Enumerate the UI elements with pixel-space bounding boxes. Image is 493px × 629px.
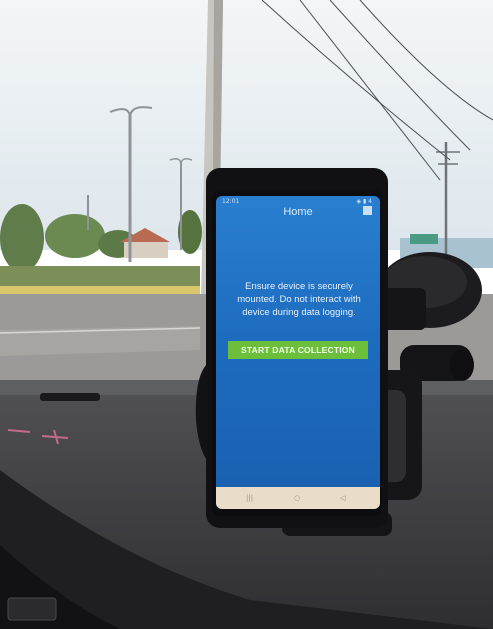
curb <box>0 286 200 294</box>
roadside-grass <box>0 266 200 288</box>
photo-scene: 12:01 ◈ ▮ 4 Home Ensure device is secure… <box>0 0 493 629</box>
status-icons: ◈ ▮ 4 <box>356 198 372 205</box>
status-bar: 12:01 ◈ ▮ 4 <box>216 196 380 206</box>
android-nav-bar: ||| ○ ◁ <box>216 487 380 509</box>
phone-screen: 12:01 ◈ ▮ 4 Home Ensure device is secure… <box>216 196 380 509</box>
nav-recent-icon[interactable]: ||| <box>246 494 253 502</box>
status-time: 12:01 <box>222 198 240 205</box>
instruction-message: Ensure device is securely mounted. Do no… <box>237 281 361 318</box>
nav-back-icon[interactable]: ◁ <box>340 494 345 502</box>
menu-icon[interactable] <box>363 206 372 215</box>
nav-home-icon[interactable]: ○ <box>294 494 300 502</box>
start-data-collection-button[interactable]: START DATA COLLECTION <box>228 341 368 359</box>
screen-title: Home <box>283 206 313 218</box>
